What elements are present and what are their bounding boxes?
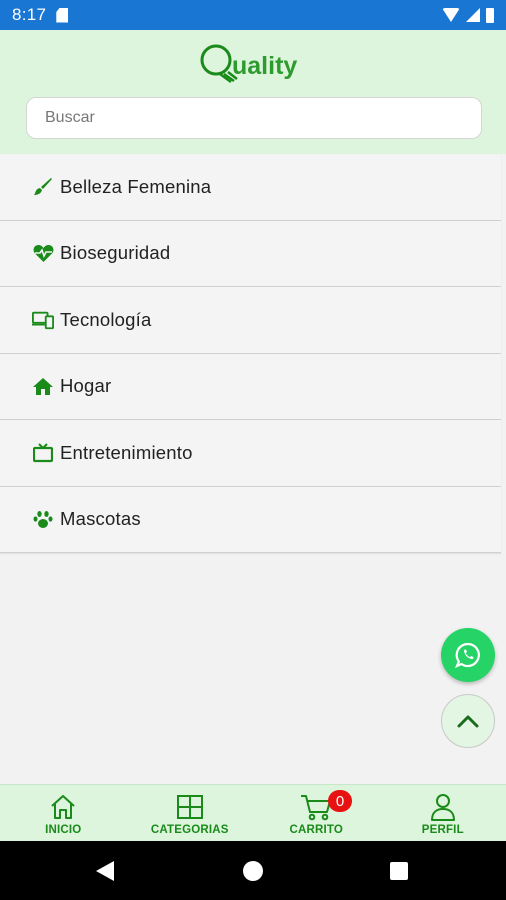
sd-card-icon xyxy=(56,7,69,23)
quality-logo[interactable]: uality xyxy=(198,40,308,92)
heartbeat-icon xyxy=(32,242,54,264)
whatsapp-icon xyxy=(455,642,480,668)
category-label: Hogar xyxy=(60,375,112,397)
system-nav-bar xyxy=(0,841,506,900)
status-bar: 8:17 xyxy=(0,0,506,30)
bottom-nav: INICIO CATEGORIAS CARRITO 0 PERFIL xyxy=(0,784,506,841)
nav-label: CARRITO xyxy=(289,824,344,836)
grid-icon xyxy=(176,793,204,821)
category-item-hogar[interactable]: Hogar xyxy=(0,353,501,420)
back-icon[interactable] xyxy=(96,861,114,881)
status-time: 8:17 xyxy=(12,5,47,24)
search-input[interactable] xyxy=(26,97,482,139)
battery-icon xyxy=(486,7,494,23)
category-label: Bioseguridad xyxy=(60,242,171,264)
nav-item-carrito[interactable]: CARRITO 0 xyxy=(253,785,380,841)
nav-label: INICIO xyxy=(45,824,82,836)
nav-item-perfil[interactable]: PERFIL xyxy=(380,785,506,841)
category-list: Belleza Femenina Bioseguridad Tecnología… xyxy=(0,154,501,553)
header: uality xyxy=(0,30,506,154)
scroll-to-top-button[interactable] xyxy=(441,694,495,748)
home-circle-icon[interactable] xyxy=(243,861,263,881)
user-icon xyxy=(429,793,457,821)
category-item-belleza-femenina[interactable]: Belleza Femenina xyxy=(0,154,501,221)
svg-text:uality: uality xyxy=(232,52,297,80)
nav-item-categorias[interactable]: CATEGORIAS xyxy=(127,785,254,841)
category-item-entretenimiento[interactable]: Entretenimiento xyxy=(0,420,501,487)
tv-icon xyxy=(32,442,54,464)
logo-graphic: uality xyxy=(200,44,297,84)
whatsapp-button[interactable] xyxy=(441,628,495,682)
wifi-icon xyxy=(442,8,460,22)
home-outline-icon xyxy=(49,793,77,821)
category-label: Entretenimiento xyxy=(60,441,193,463)
status-indicators xyxy=(442,7,494,23)
category-item-bioseguridad[interactable]: Bioseguridad xyxy=(0,220,501,287)
nav-item-inicio[interactable]: INICIO xyxy=(0,785,127,841)
category-item-mascotas[interactable]: Mascotas xyxy=(0,486,501,553)
nav-label: PERFIL xyxy=(421,824,464,836)
home-icon xyxy=(32,375,54,397)
signal-icon xyxy=(466,8,480,22)
paw-icon xyxy=(32,508,54,530)
category-label: Belleza Femenina xyxy=(60,175,212,197)
category-label: Mascotas xyxy=(60,508,141,530)
brush-icon xyxy=(32,176,54,198)
devices-icon xyxy=(32,309,54,331)
category-item-tecnologia[interactable]: Tecnología xyxy=(0,287,501,354)
recents-icon[interactable] xyxy=(390,862,408,880)
nav-label: CATEGORIAS xyxy=(150,824,229,836)
chevron-up-icon xyxy=(457,715,479,728)
cart-count-badge: 0 xyxy=(328,790,352,812)
category-label: Tecnología xyxy=(60,308,152,330)
